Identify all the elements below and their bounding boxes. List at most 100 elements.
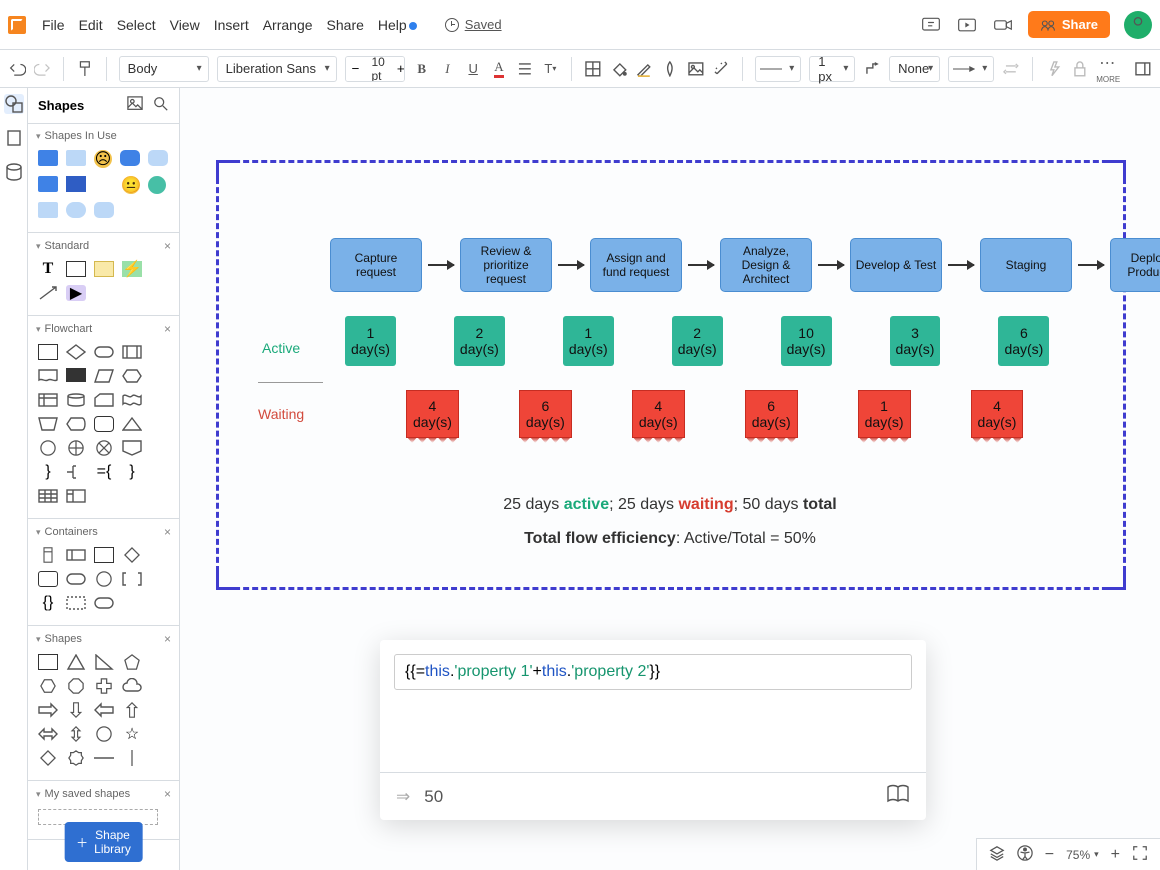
waiting-box[interactable]: 6day(s) <box>745 390 798 438</box>
section-shapes-close[interactable]: × <box>164 632 171 646</box>
active-box[interactable]: 2day(s) <box>454 316 505 366</box>
font-size-decrease[interactable]: − <box>346 57 366 81</box>
shape-play[interactable]: ▶ <box>66 285 86 301</box>
step-review[interactable]: Review & prioritize request <box>460 238 552 292</box>
fc-terminator[interactable] <box>94 344 114 360</box>
text-options-button[interactable]: T▾ <box>542 57 560 81</box>
shape-rectangle[interactable] <box>66 261 86 277</box>
text-color-button[interactable]: A <box>490 57 508 81</box>
shape-roundrect-lightblue2[interactable] <box>94 202 114 218</box>
underline-button[interactable]: U <box>464 57 482 81</box>
step-capture[interactable]: Capture request <box>330 238 422 292</box>
shape-rect-lightblue2[interactable] <box>38 202 58 218</box>
menu-help[interactable]: Help <box>378 17 417 33</box>
menu-select[interactable]: Select <box>117 17 156 33</box>
shape-arrow[interactable] <box>38 285 58 301</box>
step-assign[interactable]: Assign and fund request <box>590 238 682 292</box>
shape-pill-lightblue[interactable] <box>66 202 86 218</box>
more-icon[interactable]: ⋯ <box>1099 53 1117 73</box>
waiting-box[interactable]: 4day(s) <box>632 390 685 438</box>
text-style-select[interactable]: Body <box>119 56 209 82</box>
efficiency-line[interactable]: Total flow efficiency: Active/Total = 50… <box>180 530 1160 548</box>
fc-process2[interactable] <box>66 368 86 382</box>
shape-effects-button[interactable] <box>661 57 679 81</box>
shape-circle-teal[interactable] <box>148 176 166 194</box>
active-box[interactable]: 6day(s) <box>998 316 1049 366</box>
shape-note[interactable] <box>94 261 114 277</box>
sh-badge[interactable] <box>66 750 86 766</box>
present-icon[interactable] <box>956 15 978 35</box>
sh-circle[interactable] <box>94 726 114 742</box>
lock-button[interactable] <box>1071 57 1089 81</box>
shape-emoji-sad[interactable]: ☹ <box>94 150 112 168</box>
menu-share[interactable]: Share <box>327 17 364 33</box>
section-shapes-in-use[interactable]: ▾Shapes In Use <box>36 130 171 142</box>
zoom-in-button[interactable]: + <box>1111 846 1120 864</box>
section-saved[interactable]: ▾My saved shapes× <box>36 787 171 801</box>
fullscreen-icon[interactable] <box>1132 845 1148 864</box>
fc-brace[interactable]: } <box>38 464 58 480</box>
sh-arrow-left[interactable] <box>94 702 114 718</box>
sh-arrow-lr[interactable] <box>38 726 58 742</box>
comment-icon[interactable] <box>920 15 942 35</box>
sh-arrow-ud[interactable] <box>66 726 86 742</box>
section-standard[interactable]: ▾Standard× <box>36 239 171 253</box>
formula-input[interactable]: {{=this.'property 1' + this.'property 2'… <box>394 654 912 690</box>
sh-star[interactable]: ☆ <box>122 726 142 742</box>
fc-card[interactable] <box>94 392 114 408</box>
align-button[interactable] <box>516 57 534 81</box>
line-start-select[interactable]: None <box>889 56 940 82</box>
shape-text[interactable]: T <box>38 261 58 277</box>
bucket-fill-button[interactable] <box>610 57 628 81</box>
sh-arrow-up[interactable] <box>122 702 142 718</box>
fc-summing[interactable] <box>66 440 86 456</box>
shape-rect-blue[interactable] <box>38 150 58 166</box>
layers-icon[interactable] <box>989 845 1005 864</box>
section-containers[interactable]: ▾Containers× <box>36 525 171 539</box>
magic-button[interactable] <box>713 57 731 81</box>
fc-roundrect[interactable] <box>94 416 114 432</box>
fc-circle[interactable] <box>38 440 58 456</box>
shape-rect-lightblue[interactable] <box>66 150 86 166</box>
menu-insert[interactable]: Insert <box>214 17 249 33</box>
fc-triangle[interactable] <box>122 416 142 432</box>
section-saved-close[interactable]: × <box>164 787 171 801</box>
shape-rect-blue2[interactable] <box>38 176 58 192</box>
ct-pill2[interactable] <box>94 595 114 611</box>
fc-data[interactable] <box>94 368 114 384</box>
waiting-label[interactable]: Waiting <box>258 406 304 422</box>
shape-empty[interactable] <box>94 176 114 192</box>
fc-display[interactable] <box>66 416 86 432</box>
active-box[interactable]: 1day(s) <box>345 316 396 366</box>
section-flowchart-close[interactable]: × <box>164 322 171 336</box>
sh-line[interactable] <box>94 750 114 766</box>
saved-status[interactable]: Saved <box>445 17 502 32</box>
image-button[interactable] <box>687 57 705 81</box>
sh-arrow-right[interactable] <box>38 702 58 718</box>
menu-file[interactable]: File <box>42 17 65 33</box>
step-staging[interactable]: Staging <box>980 238 1072 292</box>
fc-predefined[interactable] <box>122 344 142 360</box>
docs-icon[interactable] <box>886 784 910 810</box>
font-size-stepper[interactable]: − 10 pt + <box>345 56 405 82</box>
fc-brace2[interactable]: } <box>122 464 142 480</box>
favorite-star-icon[interactable]: ☆ <box>158 0 172 4</box>
sh-pentagon[interactable] <box>122 654 142 670</box>
zoom-select[interactable]: 75% ▾ <box>1066 848 1099 862</box>
zoom-out-button[interactable]: − <box>1045 846 1054 864</box>
line-route-button[interactable] <box>863 57 881 81</box>
menu-view[interactable]: View <box>170 17 200 33</box>
summary-line[interactable]: 25 days active; 25 days waiting; 50 days… <box>180 496 1160 514</box>
ct-braces[interactable]: {} <box>38 595 58 611</box>
fc-tape[interactable] <box>122 392 142 408</box>
active-label[interactable]: Active <box>262 340 300 356</box>
shape-roundrect-lightblue[interactable] <box>148 150 168 166</box>
line-end-select[interactable] <box>948 56 994 82</box>
panel-search-icon[interactable] <box>153 96 169 115</box>
sh-triangle[interactable] <box>66 654 86 670</box>
step-develop[interactable]: Develop & Test <box>850 238 942 292</box>
sh-cross[interactable] <box>94 678 114 694</box>
section-shapes[interactable]: ▾Shapes× <box>36 632 171 646</box>
panel-image-icon[interactable] <box>127 96 143 115</box>
right-panel-toggle[interactable] <box>1134 57 1152 81</box>
